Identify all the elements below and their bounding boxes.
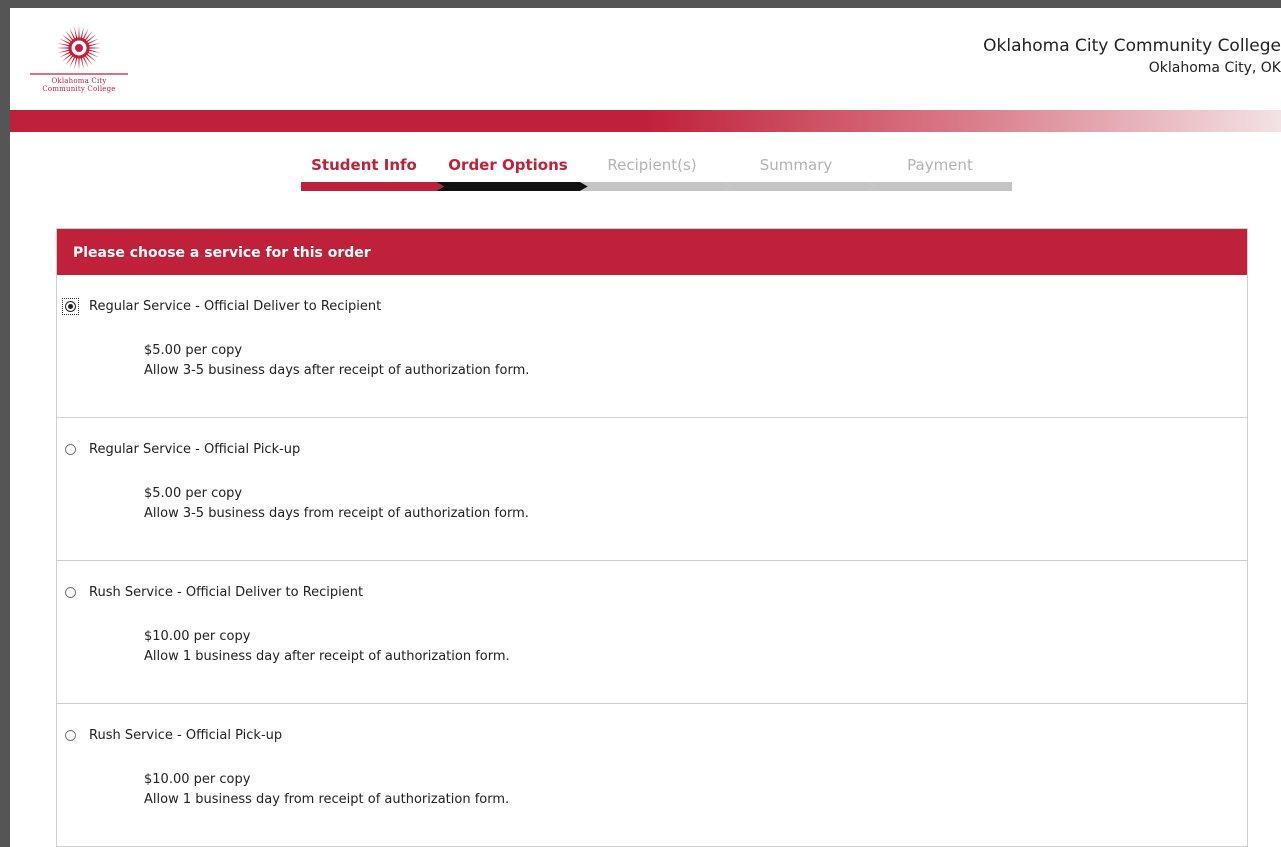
app-window: Oklahoma City Community College Oklahoma… [10, 8, 1281, 847]
option-title[interactable]: Regular Service - Official Deliver to Re… [89, 299, 381, 314]
step-recipients[interactable]: Recipient(s) [580, 156, 732, 192]
option-price: $5.00 per copy [144, 343, 243, 358]
step-label: Summary [759, 156, 833, 174]
option-title[interactable]: Regular Service - Official Pick-up [89, 442, 300, 457]
radio-button[interactable] [65, 587, 76, 598]
option-price: $10.00 per copy [144, 629, 251, 644]
option-note: Allow 3-5 business days from receipt of … [144, 506, 529, 521]
service-panel: Please choose a service for this order R… [56, 228, 1248, 847]
sunburst-emblem-icon [30, 26, 128, 75]
service-option-rush-deliver[interactable]: Rush Service - Official Deliver to Recip… [57, 561, 1247, 704]
service-option-regular-deliver[interactable]: Regular Service - Official Deliver to Re… [57, 275, 1247, 418]
option-note: Allow 3-5 business days after receipt of… [144, 363, 530, 378]
school-name: Oklahoma City Community College [983, 36, 1281, 56]
option-price: $10.00 per copy [144, 772, 251, 787]
radio-button[interactable] [65, 444, 76, 455]
step-label: Payment [907, 156, 973, 174]
college-logo[interactable]: Oklahoma City Community College [20, 22, 138, 102]
step-bar [301, 182, 444, 191]
option-note: Allow 1 business day after receipt of au… [144, 649, 510, 664]
site-header: Oklahoma City Community College Oklahoma… [10, 8, 1281, 110]
school-location: Oklahoma City, OK [1148, 60, 1281, 76]
service-option-rush-pickup[interactable]: Rush Service - Official Pick-up $10.00 p… [57, 704, 1247, 847]
option-title[interactable]: Rush Service - Official Deliver to Recip… [89, 585, 363, 600]
header-band [10, 110, 1281, 132]
progress-steps: Student Info Order Options Recipient(s) … [292, 156, 1012, 192]
step-bar [868, 182, 1012, 191]
panel-title: Please choose a service for this order [73, 245, 371, 261]
step-summary[interactable]: Summary [724, 156, 876, 192]
radio-button[interactable] [65, 301, 76, 312]
option-note: Allow 1 business day from receipt of aut… [144, 792, 510, 807]
step-label: Order Options [448, 156, 568, 174]
step-student-info[interactable]: Student Info [292, 156, 444, 192]
option-price: $5.00 per copy [144, 486, 243, 501]
step-label: Recipient(s) [607, 156, 697, 174]
radio-button[interactable] [65, 730, 76, 741]
step-label: Student Info [311, 156, 417, 174]
logo-line-2: Community College [42, 85, 116, 93]
step-order-options[interactable]: Order Options [436, 156, 588, 192]
option-title[interactable]: Rush Service - Official Pick-up [89, 728, 282, 743]
step-bar [724, 182, 876, 191]
logo-wordmark: Oklahoma City Community College [20, 77, 138, 93]
service-option-regular-pickup[interactable]: Regular Service - Official Pick-up $5.00… [57, 418, 1247, 561]
panel-header: Please choose a service for this order [57, 229, 1247, 275]
step-bar [436, 182, 588, 191]
step-bar [580, 182, 732, 191]
logo-line-1: Oklahoma City [51, 77, 107, 85]
step-payment[interactable]: Payment [868, 156, 1012, 192]
